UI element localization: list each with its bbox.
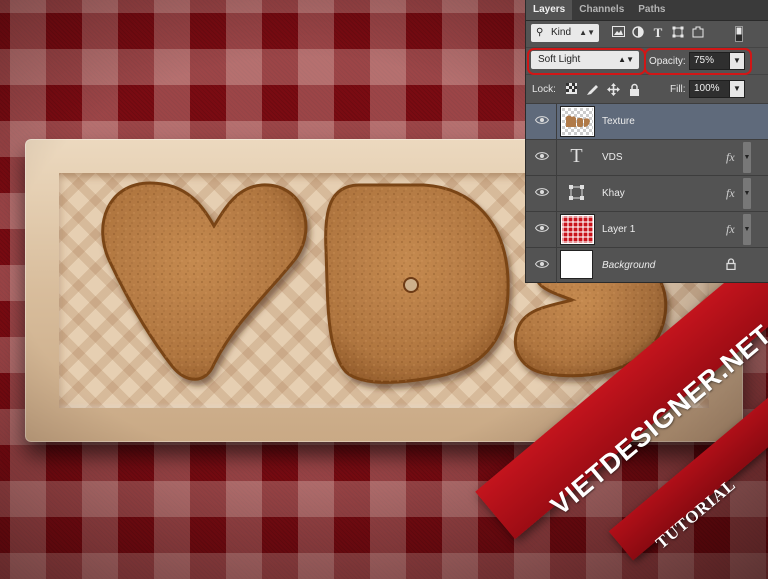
tab-paths[interactable]: Paths: [631, 0, 672, 20]
search-icon: ⚲: [536, 27, 544, 38]
shape-layer-icon: [561, 179, 592, 206]
tab-layers[interactable]: Layers: [526, 0, 573, 20]
filter-kind-label: Kind: [551, 27, 572, 38]
filter-adjustment-icon[interactable]: [631, 26, 645, 40]
eye-icon[interactable]: [534, 187, 550, 199]
layer-effects-icon[interactable]: fx: [726, 186, 735, 201]
layer-name-layer1: Layer 1: [602, 224, 636, 235]
layer-name-vds: VDS: [602, 152, 623, 163]
layer-effects-icon[interactable]: fx: [726, 150, 735, 165]
updown-arrow-icon: ▲▼: [579, 28, 595, 37]
eye-icon[interactable]: [534, 259, 550, 271]
chevron-down-icon: ▼: [743, 226, 751, 233]
layer-row-vds[interactable]: T VDS fx ▼: [526, 140, 768, 176]
chevron-down-icon: ▼: [743, 190, 751, 197]
filter-shape-icon[interactable]: [671, 26, 685, 40]
eye-icon[interactable]: [534, 151, 550, 163]
fill-slider-button[interactable]: ▼: [729, 80, 745, 98]
layer-row-texture[interactable]: Texture: [526, 104, 768, 140]
eye-icon[interactable]: [534, 223, 550, 235]
lock-position-icon[interactable]: [607, 83, 620, 96]
layer-effects-icon[interactable]: fx: [726, 222, 735, 237]
blend-opacity-row: Soft Light ▲▼ Opacity: 75% ▼: [526, 48, 768, 75]
layers-panel: Layers Channels Paths ⚲ Kind ▲▼ T Soft L…: [525, 0, 768, 283]
layer-thumbnail-tablecloth: [561, 215, 594, 244]
filter-smart-object-icon[interactable]: [691, 26, 705, 40]
layer-thumbnail-texture: [561, 107, 594, 136]
cookie-hole: [403, 277, 419, 293]
layer-thumbnail-background: [561, 251, 592, 278]
lock-transparent-pixels-icon[interactable]: [565, 83, 578, 96]
filter-toggle-switch[interactable]: [732, 26, 746, 42]
lock-image-pixels-icon[interactable]: [586, 83, 599, 96]
filter-pixel-icon[interactable]: [611, 26, 625, 40]
panel-tabs: Layers Channels Paths: [526, 0, 768, 21]
layer-name-khay: Khay: [602, 188, 625, 199]
opacity-highlight-ring: [644, 48, 752, 75]
layer-name-background: Background: [602, 260, 656, 271]
lock-label: Lock:: [532, 84, 556, 95]
blend-mode-highlight-ring: [527, 48, 646, 75]
lock-fill-row: Lock: Fill: 100% ▼: [526, 75, 768, 104]
lock-all-icon[interactable]: [628, 83, 641, 96]
filter-type-icon[interactable]: T: [651, 26, 665, 40]
layer-name-texture: Texture: [602, 116, 635, 127]
layer-row-layer1[interactable]: Layer 1 fx ▼: [526, 212, 768, 248]
lock-icon: [726, 258, 736, 273]
chevron-down-icon: ▼: [743, 154, 751, 161]
layer-filter-row: ⚲ Kind ▲▼ T: [526, 21, 768, 48]
fill-label: Fill:: [670, 84, 686, 95]
filter-kind-dropdown[interactable]: ⚲ Kind ▲▼: [531, 24, 599, 42]
layer-row-khay[interactable]: Khay fx ▼: [526, 176, 768, 212]
eye-icon[interactable]: [534, 115, 550, 127]
tab-channels[interactable]: Channels: [572, 0, 631, 20]
text-layer-icon: T: [570, 145, 583, 167]
layer-row-background[interactable]: Background: [526, 248, 768, 283]
fill-input[interactable]: 100%: [689, 80, 733, 98]
